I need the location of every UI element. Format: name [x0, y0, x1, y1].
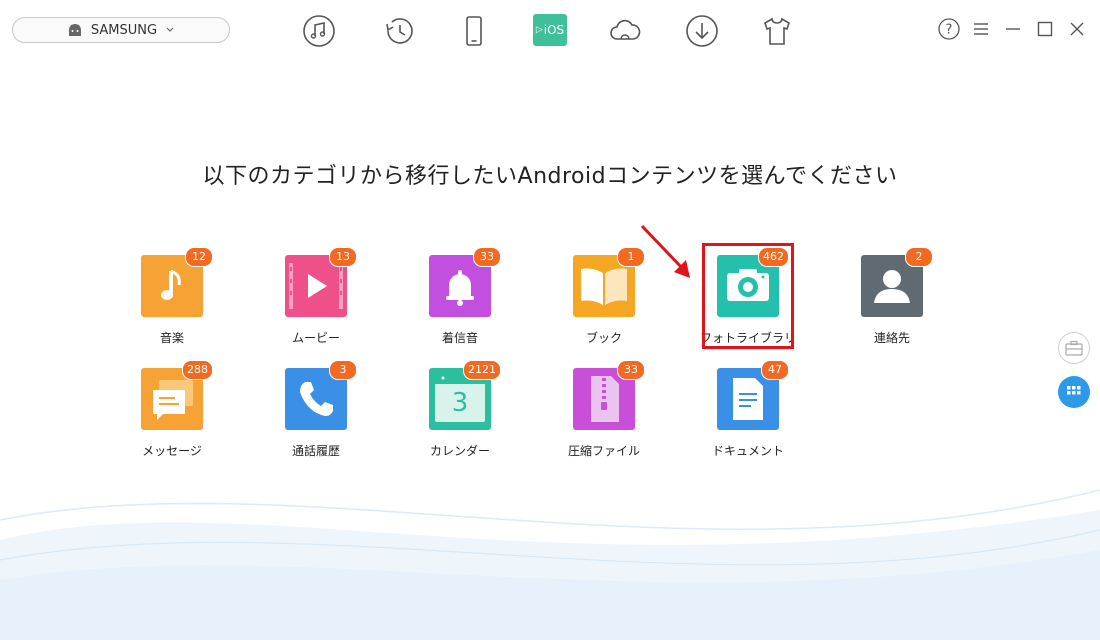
category-label: メッセージ — [142, 444, 202, 458]
menu-button[interactable] — [970, 18, 992, 40]
svg-text:?: ? — [946, 23, 953, 38]
calendar-day: 3 — [452, 388, 469, 418]
category-label: 連絡先 — [873, 331, 910, 345]
count-badge: 13 — [329, 247, 357, 267]
close-icon — [1070, 22, 1084, 36]
count-badge: 288 — [182, 360, 213, 380]
history-button[interactable] — [380, 12, 418, 50]
phone-button[interactable] — [455, 12, 493, 50]
download-icon — [686, 15, 718, 47]
category-label: ブック — [585, 331, 622, 345]
category-view-button[interactable] — [1058, 376, 1090, 408]
maximize-icon — [1037, 21, 1053, 37]
category-label: 圧縮ファイル — [567, 444, 640, 458]
ios-label: iOS — [543, 23, 565, 37]
minimize-icon — [1006, 28, 1020, 30]
category-call-history[interactable]: 3 通話履歴 — [256, 360, 376, 459]
category-contacts[interactable]: 2 連絡先 — [832, 247, 952, 346]
count-badge: 2 — [905, 247, 933, 267]
tshirt-icon — [764, 17, 790, 45]
music-icon — [303, 15, 335, 47]
category-label: ムービー — [291, 331, 340, 345]
phone-icon — [466, 16, 482, 46]
cloud-icon — [610, 19, 641, 40]
device-selector[interactable]: SAMSUNG — [12, 17, 230, 43]
category-label: カレンダー — [429, 444, 490, 458]
minimize-button[interactable] — [1002, 18, 1024, 40]
category-label: 音楽 — [159, 331, 184, 345]
tshirt-button[interactable] — [758, 12, 796, 50]
close-button[interactable] — [1066, 18, 1088, 40]
chevron-down-icon — [166, 27, 174, 32]
maximize-button[interactable] — [1034, 18, 1056, 40]
ios-icon: ▷ — [535, 25, 543, 35]
category-calendar[interactable]: 3 2121 カレンダー — [400, 360, 520, 459]
category-label: ドキュメント — [711, 444, 784, 458]
category-label: 通話履歴 — [291, 444, 340, 458]
grid-icon — [1067, 386, 1081, 395]
toolbox-button[interactable] — [1058, 332, 1090, 364]
arrow-annotation — [640, 224, 690, 278]
download-button[interactable] — [683, 12, 721, 50]
device-name: SAMSUNG — [90, 22, 158, 38]
cloud-button[interactable] — [606, 12, 644, 50]
category-movie[interactable]: 13 ムービー — [256, 247, 376, 346]
count-badge: 3 — [329, 360, 357, 380]
menu-icon — [974, 23, 988, 35]
category-label: 着信音 — [441, 331, 478, 345]
category-messages[interactable]: 288 メッセージ — [112, 360, 232, 459]
window-controls: ? — [938, 18, 1088, 40]
count-badge: 33 — [617, 360, 645, 380]
category-ringtone[interactable]: 33 着信音 — [400, 247, 520, 346]
briefcase-icon — [1065, 340, 1083, 356]
count-badge: 2121 — [463, 360, 501, 380]
highlight-box — [702, 243, 794, 349]
category-documents[interactable]: 47 ドキュメント — [688, 360, 808, 459]
category-music[interactable]: 12 音楽 — [112, 247, 232, 346]
ios-button[interactable]: ▷ iOS — [533, 14, 567, 46]
help-button[interactable]: ? — [938, 18, 960, 40]
history-icon — [386, 18, 413, 44]
music-button[interactable] — [300, 12, 338, 50]
count-badge: 12 — [185, 247, 213, 267]
count-badge: 33 — [473, 247, 501, 267]
page-title: 以下のカテゴリから移行したいAndroidコンテンツを選んでください — [202, 164, 898, 189]
category-archive[interactable]: 33 圧縮ファイル — [544, 360, 664, 459]
help-icon: ? — [938, 18, 960, 40]
android-icon — [68, 24, 81, 36]
count-badge: 47 — [761, 360, 789, 380]
